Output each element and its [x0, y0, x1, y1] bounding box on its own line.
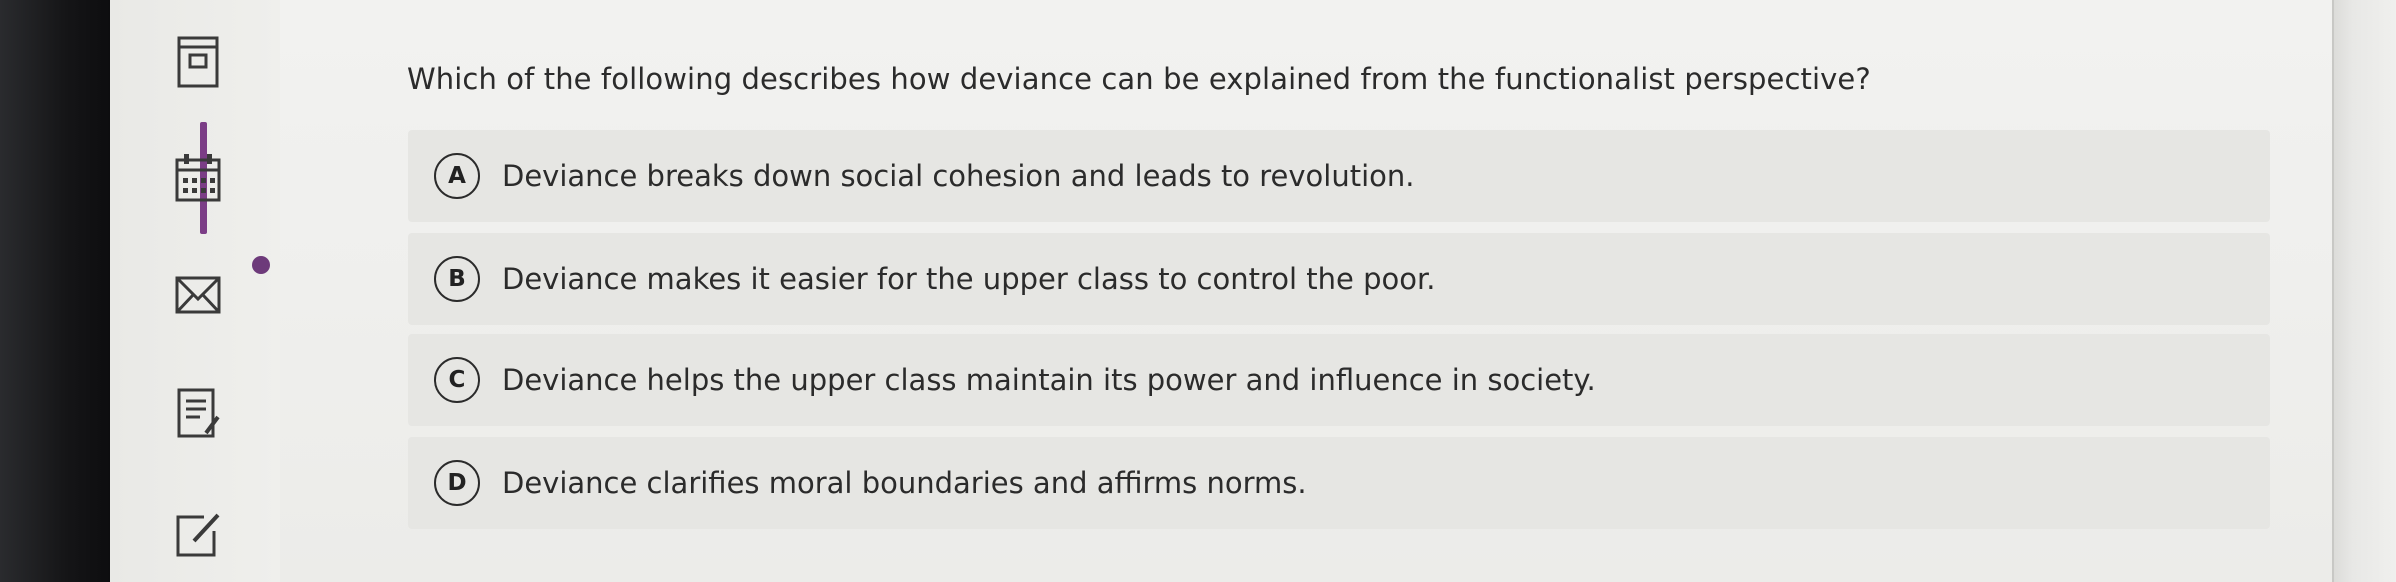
answer-option-b[interactable]: B Deviance makes it easier for the upper… [408, 233, 2270, 325]
edit-icon [176, 513, 220, 557]
option-letter-badge: B [434, 256, 480, 302]
option-text: Deviance helps the upper class maintain … [502, 363, 1596, 397]
sidebar-item-notes[interactable] [118, 378, 278, 448]
option-text: Deviance makes it easier for the upper c… [502, 262, 1436, 296]
option-letter-badge: D [434, 460, 480, 506]
option-letter-badge: A [434, 153, 480, 199]
sidebar-item-book[interactable] [118, 27, 278, 97]
notification-badge [252, 256, 270, 274]
answer-option-a[interactable]: A Deviance breaks down social cohesion a… [408, 130, 2270, 222]
notes-icon [177, 388, 220, 438]
right-scroll-edge [2332, 0, 2396, 582]
option-text: Deviance clarifies moral boundaries and … [502, 466, 1307, 500]
option-letter-badge: C [434, 357, 480, 403]
question-text: Which of the following describes how dev… [407, 62, 1871, 96]
screen-bezel [0, 0, 110, 582]
answer-option-d[interactable]: D Deviance clarifies moral boundaries an… [408, 437, 2270, 529]
calendar-icon [175, 154, 221, 202]
book-icon [177, 36, 219, 88]
mail-icon [175, 276, 221, 314]
option-text: Deviance breaks down social cohesion and… [502, 159, 1415, 193]
sidebar-item-edit[interactable] [118, 500, 278, 570]
answer-option-c[interactable]: C Deviance helps the upper class maintai… [408, 334, 2270, 426]
sidebar-item-calendar[interactable] [118, 143, 278, 213]
